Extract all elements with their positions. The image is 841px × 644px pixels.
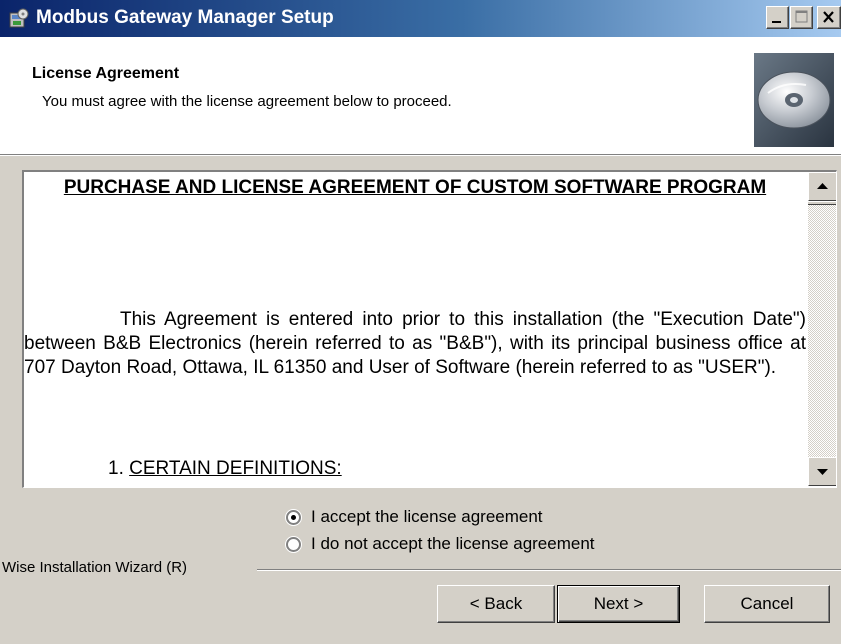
window-title: Modbus Gateway Manager Setup — [36, 7, 334, 28]
next-button[interactable]: Next > — [557, 585, 680, 623]
scroll-up-button[interactable] — [808, 172, 836, 201]
radio-selected-dot — [291, 514, 296, 520]
arrow-up-icon — [817, 183, 828, 189]
back-button[interactable]: < Back — [437, 585, 555, 623]
license-text-box[interactable]: PURCHASE AND LICENSE AGREEMENT OF CUSTOM… — [22, 170, 837, 488]
arrow-down-icon — [817, 469, 828, 475]
scroll-down-button[interactable] — [808, 457, 836, 486]
page-subtitle: You must agree with the license agreemen… — [42, 93, 452, 110]
license-paragraph: This Agreement is entered into prior to … — [24, 309, 806, 378]
accept-label[interactable]: I accept the license agreement — [311, 507, 543, 527]
wizard-header: License Agreement You must agree with th… — [0, 37, 841, 154]
accept-radio[interactable] — [286, 509, 301, 525]
license-text: PURCHASE AND LICENSE AGREEMENT OF CUSTOM… — [24, 172, 806, 486]
scroll-thumb[interactable] — [808, 201, 836, 205]
cd-disc-icon — [754, 53, 834, 147]
cancel-button[interactable]: Cancel — [704, 585, 830, 623]
decline-radio[interactable] — [286, 536, 301, 552]
setup-window: Modbus Gateway Manager Setup License Agr… — [0, 0, 841, 644]
license-title: PURCHASE AND LICENSE AGREEMENT OF CUSTOM… — [63, 177, 767, 198]
title-bar[interactable]: Modbus Gateway Manager Setup — [0, 0, 841, 37]
license-section-heading: 1. CERTAIN DEFINITIONS: — [108, 458, 342, 479]
installer-app-icon — [8, 7, 30, 29]
minimize-button[interactable] — [766, 6, 789, 29]
decline-label[interactable]: I do not accept the license agreement — [311, 534, 595, 554]
decline-option[interactable]: I do not accept the license agreement — [286, 533, 595, 555]
close-button[interactable] — [817, 6, 841, 29]
maximize-icon — [795, 10, 808, 23]
close-icon — [823, 11, 834, 23]
minimize-icon — [772, 21, 781, 23]
license-scrollbar[interactable] — [808, 172, 836, 486]
maximize-button[interactable] — [790, 6, 813, 29]
wise-brand-label: Wise Installation Wizard (R) — [2, 559, 188, 576]
page-title: License Agreement — [32, 65, 180, 82]
accept-option[interactable]: I accept the license agreement — [286, 506, 543, 528]
